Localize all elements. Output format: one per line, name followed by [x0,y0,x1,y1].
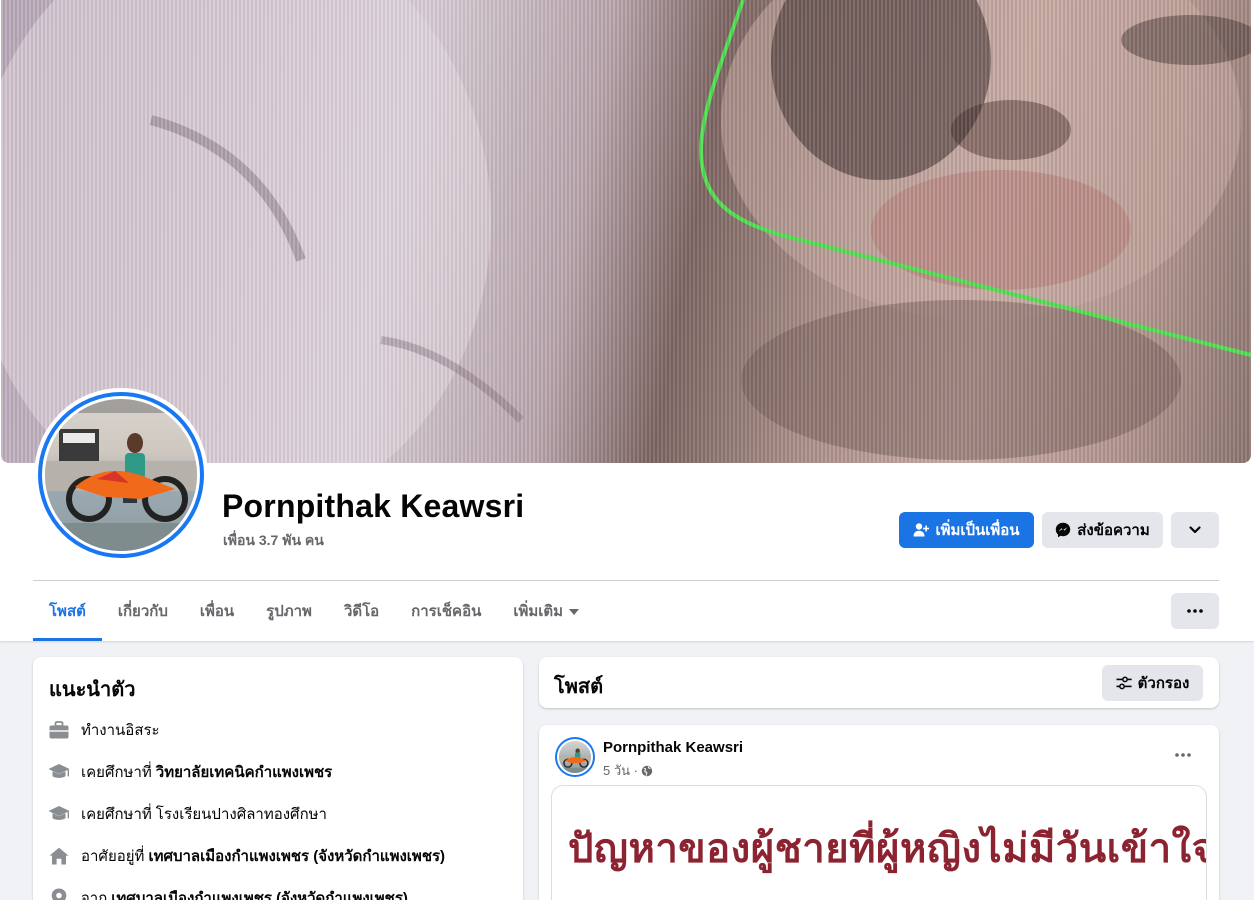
cover-photo[interactable] [1,0,1251,463]
filter-button[interactable]: ตัวกรอง [1102,665,1203,701]
intro-item-education: เคยศึกษาที่ วิทยาลัยเทคนิคกำแพงเพชร [48,751,508,793]
intro-item-work: ทำงานอิสระ [48,709,508,751]
intro-text: เคยศึกษาที่ [81,764,152,781]
profile-picture-art [45,399,197,551]
filter-label: ตัวกรอง [1137,675,1190,692]
intro-link[interactable]: วิทยาลัยเทคนิคกำแพงเพชร [156,760,332,784]
filter-sliders-icon [1116,676,1132,690]
graduation-cap-icon [48,803,70,825]
tab-videos[interactable]: วิดีโอ [328,581,395,641]
profile-tabs: โพสต์ เกี่ยวกับ เพื่อน รูปภาพ วิดีโอ การ… [33,581,595,641]
profile-picture-image [42,396,200,554]
add-friend-button[interactable]: เพิ่มเป็นเพื่อน [899,512,1034,548]
send-message-label: ส่งข้อความ [1077,522,1150,539]
intro-text: อาศัยอยู่ที่ [81,848,145,865]
tab-label: เกี่ยวกับ [117,603,168,620]
intro-item-education: เคยศึกษาที่ โรงเรียนปางศิลาทองศึกษา [48,793,508,835]
post-meta: 5 วัน · [603,760,653,781]
intro-link[interactable]: เทศบาลเมืองกำแพงเพชร (จังหวัดกำแพงเพชร) [148,844,445,868]
post-image[interactable]: ปัญหาของผู้ชายที่ผู้หญิงไม่มีวันเข้าใจ [551,785,1207,900]
profile-header: Pornpithak Keawsri เพื่อน 3.7 พัน คน เพิ… [0,0,1254,641]
profile-picture[interactable] [34,388,208,562]
profile-options-button[interactable] [1171,512,1219,548]
location-pin-icon [48,887,70,900]
chevron-down-icon [1189,526,1201,534]
tab-more[interactable]: เพิ่มเติม [497,581,595,641]
friend-count[interactable]: เพื่อน 3.7 พัน คน [223,530,324,552]
caret-down-icon [569,609,580,615]
tab-label: รูปภาพ [266,603,312,620]
briefcase-icon [48,719,70,741]
tab-checkins[interactable]: การเช็คอิน [395,581,497,641]
post-author-name[interactable]: Pornpithak Keawsri [603,739,743,756]
tab-label: วิดีโอ [343,603,380,620]
post-author-avatar[interactable] [555,737,595,777]
intro-text: จาก [81,890,108,900]
tab-posts[interactable]: โพสต์ [33,581,102,641]
post-author-avatar-art [559,748,591,773]
post-author-avatar-image [557,739,593,775]
intro-text: ทำงานอิสระ [81,722,160,739]
posts-title: โพสต์ [554,676,604,698]
globe-icon [641,765,653,776]
graduation-cap-icon [48,761,70,783]
add-friend-icon [913,523,930,537]
home-icon [48,845,70,867]
tab-about[interactable]: เกี่ยวกับ [102,581,184,641]
intro-link[interactable]: เทศบาลเมืองกำแพงเพชร (จังหวัดกำแพงเพชร) [111,886,408,900]
intro-link[interactable]: โรงเรียนปางศิลาทองศึกษา [156,802,327,826]
add-friend-label: เพิ่มเป็นเพื่อน [935,522,1020,539]
profile-name: Pornpithak Keawsri [222,488,525,524]
tab-label: โพสต์ [49,603,86,620]
intro-title: แนะนำตัว [49,679,136,701]
tab-friends[interactable]: เพื่อน [184,581,250,641]
intro-list: ทำงานอิสระ เคยศึกษาที่ วิทยาลัยเทคนิคกำแ… [48,709,508,900]
intro-card: แนะนำตัว ทำงานอิสระ เคยศึกษาที่ วิทยาลัย… [33,657,523,900]
post-image-text: ปัญหาของผู้ชายที่ผู้หญิงไม่มีวันเข้าใจ [568,825,1207,872]
tab-label: เพิ่มเติม [513,603,564,620]
cover-photo-texture [1,0,1251,463]
post-timestamp[interactable]: 5 วัน · [603,760,638,781]
post-options-button[interactable] [1165,743,1201,767]
intro-text: เคยศึกษาที่ [81,806,152,823]
more-dots-icon [1175,753,1191,757]
tab-photos[interactable]: รูปภาพ [250,581,328,641]
send-message-button[interactable]: ส่งข้อความ [1042,512,1163,548]
posts-header-card: โพสต์ ตัวกรอง [539,657,1219,708]
tabs-more-button[interactable] [1171,593,1219,629]
tab-label: การเช็คอิน [411,603,482,620]
story-ring [38,392,204,558]
tab-label: เพื่อน [199,603,235,620]
post-card: Pornpithak Keawsri 5 วัน · ปัญหาของผู้ชา… [539,725,1219,900]
intro-item-lives-in: อาศัยอยู่ที่ เทศบาลเมืองกำแพงเพชร (จังหว… [48,835,508,877]
more-dots-icon [1187,609,1203,613]
intro-item-from: จาก เทศบาลเมืองกำแพงเพชร (จังหวัดกำแพงเพ… [48,877,508,900]
messenger-icon [1056,522,1071,538]
